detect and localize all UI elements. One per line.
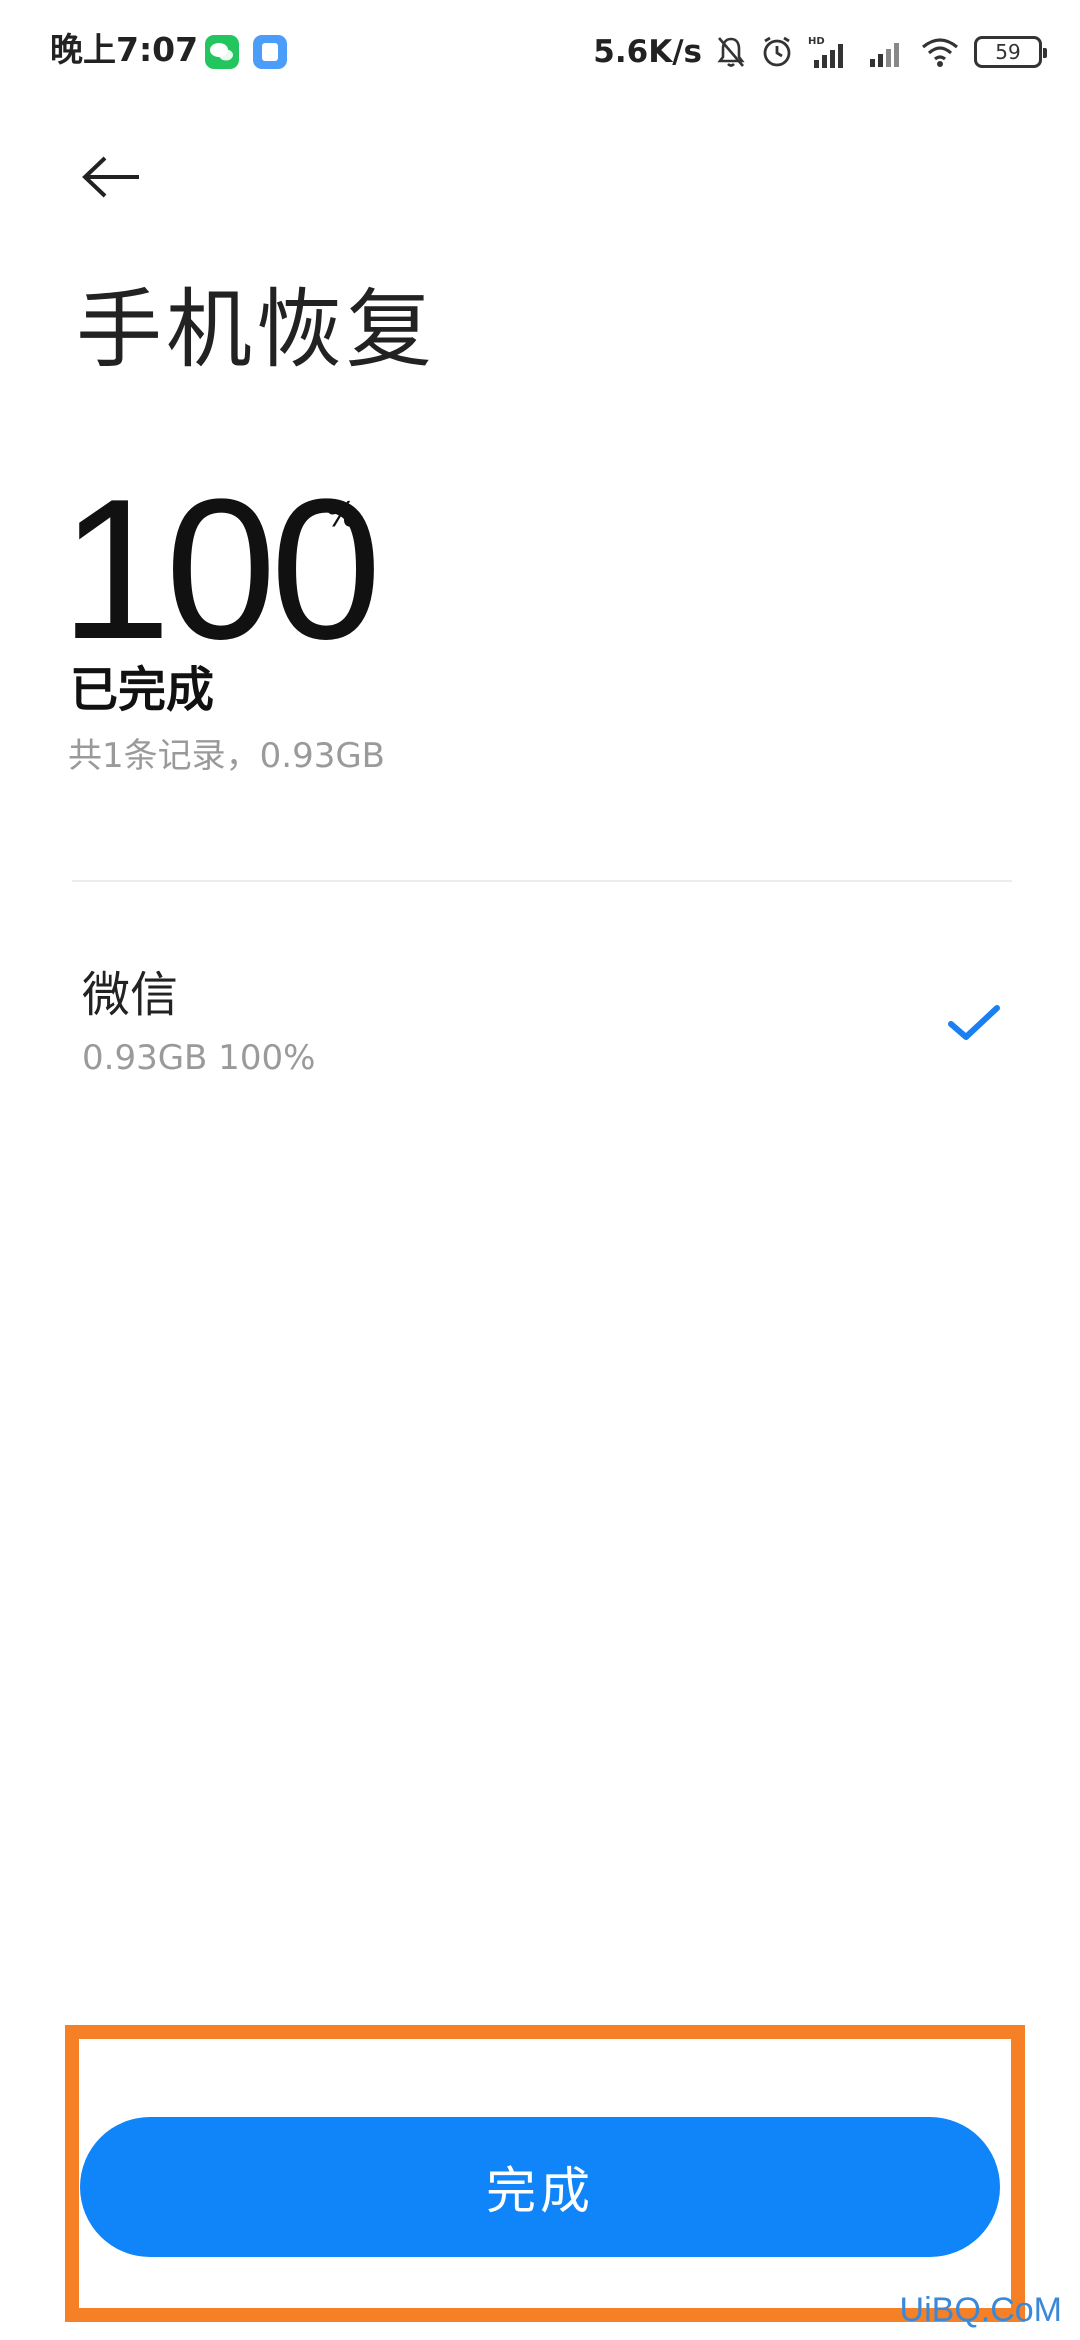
divider — [72, 880, 1012, 882]
check-icon — [948, 1005, 1000, 1040]
progress-status: 已完成 — [70, 662, 215, 718]
signal-icon — [870, 43, 899, 67]
item-name: 微信 — [82, 967, 179, 1023]
notes-app-icon — [253, 35, 287, 69]
wechat-icon — [205, 35, 239, 69]
wifi-icon — [921, 38, 959, 67]
watermark: UiBQ.CoM — [899, 2291, 1062, 2329]
svg-text:HD: HD — [808, 36, 825, 47]
page-title: 手机恢复 — [76, 280, 436, 380]
list-item: 微信 0.93GB 100% — [72, 960, 1012, 1100]
battery-level: 59 — [995, 40, 1021, 64]
back-arrow-icon — [82, 156, 139, 198]
alarm-icon — [763, 36, 791, 67]
network-speed: 5.6K/s — [593, 34, 702, 70]
item-detail: 0.93GB 100% — [82, 1038, 316, 1078]
status-time: 晚上7:07 — [50, 30, 199, 69]
done-button[interactable]: 完成 — [80, 2117, 1000, 2257]
hd-signal-icon: HD — [808, 36, 843, 68]
progress-unit: % — [325, 495, 358, 535]
battery-icon: 59 — [974, 36, 1047, 68]
mute-bell-icon — [717, 37, 745, 67]
back-button[interactable] — [72, 142, 152, 212]
progress-summary: 共1条记录，0.93GB — [68, 736, 386, 776]
status-bar: 晚上7:07 5.6K/s HD 59 — [0, 0, 1080, 105]
status-right-group: 5.6K/s HD 59 — [593, 30, 1047, 74]
